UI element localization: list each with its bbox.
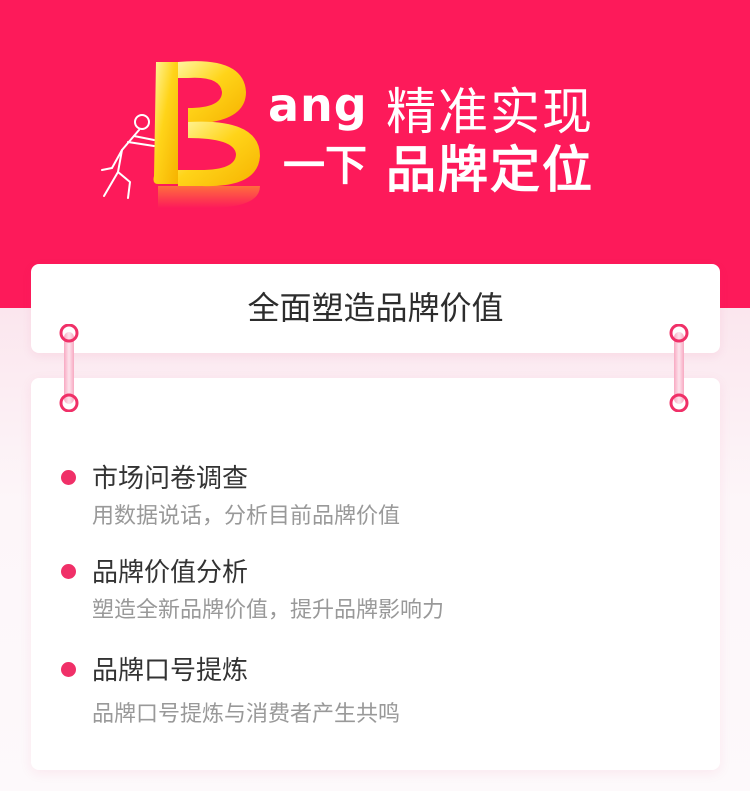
- bullet-dot-icon: [61, 470, 76, 485]
- brand-latin-text: ang: [268, 78, 368, 132]
- item-desc: 塑造全新品牌价值，提升品牌影响力: [92, 598, 445, 623]
- letter-b-logo-icon: [153, 61, 260, 208]
- item-desc: 用数据说话，分析目前品牌价值: [92, 504, 401, 529]
- brand-cn-text: 一下: [283, 141, 368, 190]
- hero-logo-group: ang 一下 精准实现 品牌定位: [0, 0, 750, 260]
- binder-ring-icon: [59, 324, 79, 412]
- slogan-line-2: 品牌定位: [386, 141, 594, 199]
- item-title: 品牌口号提炼: [92, 656, 249, 686]
- section-title: 全面塑造品牌价值: [247, 289, 504, 327]
- bullet-dot-icon: [61, 662, 76, 677]
- bullet-dot-icon: [61, 564, 76, 579]
- item-desc: 品牌口号提炼与消费者产生共鸣: [92, 702, 401, 727]
- item-title: 市场问卷调查: [92, 464, 249, 494]
- binder-ring-icon: [669, 324, 689, 412]
- content-card: 市场问卷调查 用数据说话，分析目前品牌价值 品牌价值分析 塑造全新品牌价值，提升…: [31, 378, 720, 770]
- item-title: 品牌价值分析: [92, 558, 249, 588]
- title-card: 全面塑造品牌价值: [31, 264, 720, 353]
